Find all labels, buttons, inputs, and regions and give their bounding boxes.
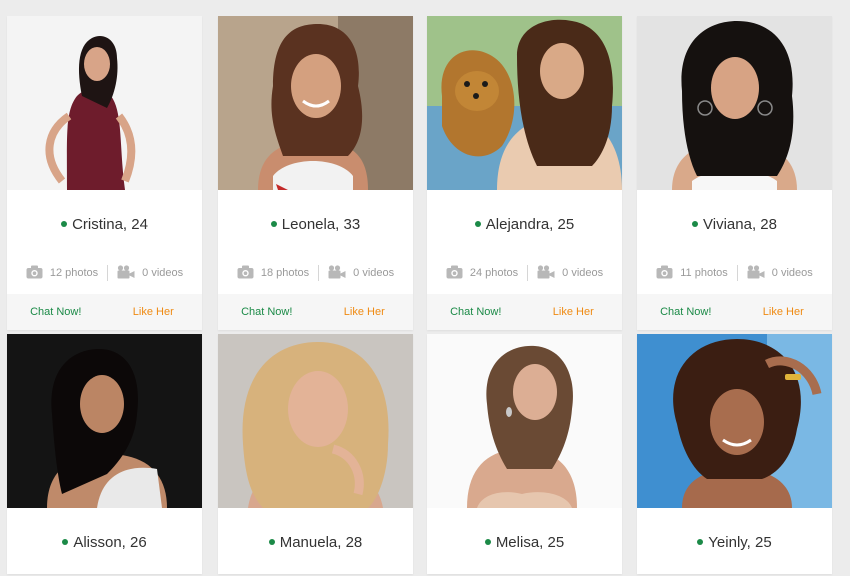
profile-name: Alisson, 26 (73, 533, 147, 551)
profile-photo[interactable] (7, 334, 202, 508)
online-dot-icon (692, 221, 699, 227)
photo-count: 12 photos (49, 267, 99, 279)
profile-photo-image (427, 16, 622, 190)
like-her-link[interactable]: Like Her (735, 306, 833, 318)
video-count: 0 videos (562, 267, 604, 279)
online-dot-icon (268, 539, 275, 545)
profile-card[interactable]: Manuela, 28 (218, 334, 413, 574)
profile-photo-image (7, 16, 202, 190)
profile-photo[interactable] (218, 16, 413, 190)
photo-count: 18 photos (260, 267, 310, 279)
video-camera-icon (747, 264, 765, 282)
profile-name: Yeinly, 25 (708, 533, 772, 551)
camera-icon (26, 265, 43, 282)
profile-name: Cristina, 24 (72, 215, 148, 233)
chat-now-link[interactable]: Chat Now! (427, 306, 525, 318)
stats-divider (318, 265, 320, 281)
profile-name: Alejandra, 25 (485, 215, 575, 233)
profile-photo[interactable] (427, 16, 622, 190)
profile-card[interactable]: Alisson, 26 (7, 334, 202, 574)
online-dot-icon (484, 539, 491, 545)
video-camera-icon (537, 264, 555, 282)
online-dot-icon (61, 221, 68, 227)
profile-card[interactable]: Yeinly, 25 (637, 334, 832, 574)
profile-card[interactable]: Alejandra, 25 24 photos 0 videos Chat No… (427, 16, 622, 330)
online-dot-icon (697, 539, 704, 545)
like-her-link[interactable]: Like Her (105, 306, 203, 318)
profile-name: Leonela, 33 (281, 215, 361, 233)
profile-photo[interactable] (637, 334, 832, 508)
like-her-link[interactable]: Like Her (316, 306, 414, 318)
profile-photo-image (218, 16, 413, 190)
stats-divider (527, 265, 529, 281)
profile-photo[interactable] (218, 334, 413, 508)
profile-photo[interactable] (7, 16, 202, 190)
camera-icon (656, 265, 673, 282)
video-count: 0 videos (771, 267, 813, 279)
profile-photo-image (7, 334, 202, 508)
video-camera-icon (117, 264, 135, 282)
camera-icon (237, 265, 254, 282)
profile-name: Melisa, 25 (495, 533, 565, 551)
like-her-link[interactable]: Like Her (525, 306, 623, 318)
online-dot-icon (62, 539, 69, 545)
video-count: 0 videos (142, 267, 184, 279)
chat-now-link[interactable]: Chat Now! (7, 306, 105, 318)
profile-photo[interactable] (637, 16, 832, 190)
online-dot-icon (474, 221, 481, 227)
profile-card[interactable]: Viviana, 28 11 photos 0 videos Chat Now!… (637, 16, 832, 330)
camera-icon (446, 265, 463, 282)
chat-now-link[interactable]: Chat Now! (637, 306, 735, 318)
profile-photo-image (218, 334, 413, 508)
video-count: 0 videos (353, 267, 395, 279)
profile-photo-image (637, 334, 832, 508)
profile-card[interactable]: Melisa, 25 (427, 334, 622, 574)
online-dot-icon (270, 221, 277, 227)
profile-name: Manuela, 28 (279, 533, 363, 551)
stats-divider (107, 265, 109, 281)
profile-photo-image (637, 16, 832, 190)
photo-count: 11 photos (680, 267, 728, 279)
chat-now-link[interactable]: Chat Now! (218, 306, 316, 318)
profile-card[interactable]: Leonela, 33 18 photos 0 videos Chat Now!… (218, 16, 413, 330)
stats-divider (736, 265, 738, 281)
profile-photo[interactable] (427, 334, 622, 508)
profile-name: Viviana, 28 (703, 215, 777, 233)
video-camera-icon (328, 264, 346, 282)
photo-count: 24 photos (469, 267, 519, 279)
profile-photo-image (427, 334, 622, 508)
profile-card[interactable]: Cristina, 24 12 photos 0 videos Chat Now… (7, 16, 202, 330)
